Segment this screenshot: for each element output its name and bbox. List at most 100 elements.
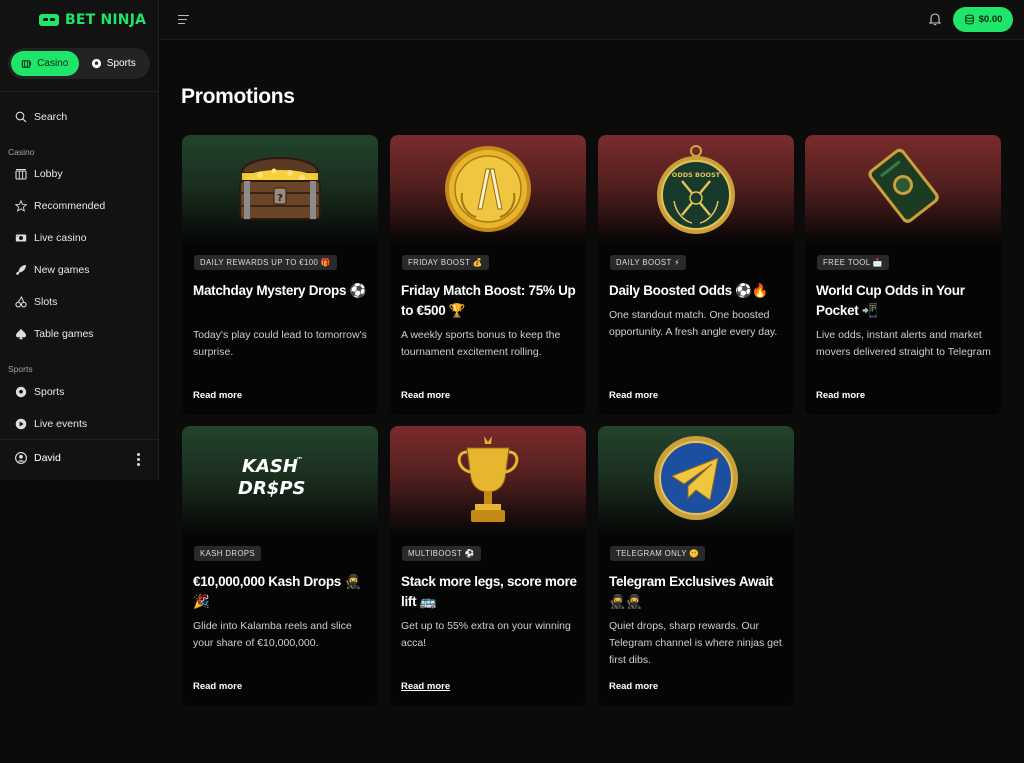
top-header: $0.00 [160, 0, 1024, 40]
promo-card-friday-match-boost[interactable]: FRIDAY BOOST 💰 Friday Match Boost: 75% U… [390, 135, 586, 415]
sidebar-divider [0, 91, 159, 92]
sidebar-item-recommended[interactable]: Recommended [15, 198, 105, 214]
promo-description: Today's play could lead to tomorrow's su… [193, 329, 367, 358]
promo-card-kash-drops[interactable]: KASH ™ DR$PS KASH DROPS €10,000,000 Kash… [182, 426, 378, 706]
slot-machine-icon [21, 60, 32, 68]
read-more-link[interactable]: Read more [193, 390, 242, 401]
sidebar-item-label: Live events [34, 418, 88, 430]
user-profile[interactable]: David [15, 452, 61, 464]
sidebar-item-label: Table games [34, 328, 94, 340]
search-icon [15, 111, 27, 123]
promo-title: Friday Match Boost: 75% Up to €500 🏆 [401, 283, 576, 318]
sidebar-item-label: Sports [34, 386, 65, 398]
kash-drops-logo: KASH ™ DR$PS [238, 456, 305, 499]
medal-text: ODDS BOOST [672, 171, 721, 179]
user-avatar-icon [15, 452, 27, 464]
promo-title: €10,000,000 Kash Drops 🥷🎉 [193, 574, 361, 609]
casino-toggle-label: Casino [37, 58, 69, 69]
phone-image [868, 148, 939, 223]
promo-description: Quiet drops, sharp rewards. Our Telegram… [609, 620, 782, 666]
treasure-chest-image: ? [239, 157, 321, 220]
kash-logo-tm: ™ [296, 456, 303, 464]
promo-hero [598, 426, 794, 536]
promo-card-multiboost[interactable]: MULTIBOOST ⚽ Stack more legs, score more… [390, 426, 586, 706]
sidebar-item-live-casino[interactable]: Live casino [15, 230, 87, 246]
promo-title: Stack more legs, score more lift 🚌 [401, 574, 577, 609]
promo-card-daily-boosted-odds[interactable]: ODDS BOOST DAILY BOOST ⚡ Daily Boosted O… [598, 135, 794, 415]
page-title: Promotions [181, 85, 295, 108]
sidebar-item-new-games[interactable]: New games [15, 262, 89, 278]
lobby-icon [15, 169, 27, 180]
promo-title: Telegram Exclusives Await 🥷🥷 [609, 574, 774, 609]
promo-tag: MULTIBOOST ⚽ [402, 546, 481, 561]
kash-logo-line1: KASH [242, 456, 298, 477]
promo-description: A weekly sports bonus to keep the tourna… [401, 329, 561, 358]
read-more-link[interactable]: Read more [401, 681, 450, 692]
casino-toggle-button[interactable]: Casino [11, 51, 79, 76]
ninja-mask-icon [39, 14, 59, 26]
telegram-coin-image [654, 436, 738, 520]
promo-title: Daily Boosted Odds ⚽🔥 [609, 283, 769, 298]
sports-toggle-label: Sports [106, 58, 136, 69]
read-more-link[interactable]: Read more [401, 390, 450, 401]
trophy-image [457, 436, 519, 522]
promo-card-world-cup-odds[interactable]: FREE TOOL 📩 World Cup Odds in Your Pocke… [805, 135, 1001, 415]
promo-hero [805, 135, 1001, 245]
promo-description: Glide into Kalamba reels and slice your … [193, 620, 352, 649]
sports-toggle-button[interactable]: Sports [79, 51, 149, 76]
brand-logo[interactable]: BET NINJA [39, 12, 146, 28]
promo-hero: KASH ™ DR$PS [182, 426, 378, 536]
gold-coin-image [445, 146, 531, 232]
brand-name: BET NINJA [65, 12, 147, 28]
balance-amount: $0.00 [978, 14, 1003, 25]
live-casino-icon [15, 234, 27, 242]
promo-hero [390, 426, 586, 536]
promo-description: One standout match. One boosted opportun… [609, 309, 778, 338]
sidebar-divider [0, 439, 159, 440]
svg-text:?: ? [277, 193, 283, 204]
promo-hero [390, 135, 586, 245]
odds-boost-medal-image: ODDS BOOST [657, 145, 735, 234]
sidebar: BET NINJA Casino Sports Search Casino Lo… [0, 0, 159, 480]
sidebar-item-label: New games [34, 264, 90, 276]
coins-icon [964, 14, 974, 25]
sidebar-item-label: Lobby [34, 168, 63, 180]
menu-toggle-icon[interactable] [178, 15, 189, 24]
sidebar-item-label: Slots [34, 296, 58, 308]
sidebar-item-lobby[interactable]: Lobby [15, 166, 63, 182]
promo-card-telegram-exclusives[interactable]: TELEGRAM ONLY 🤫 Telegram Exclusives Awai… [598, 426, 794, 706]
bell-icon[interactable] [928, 12, 942, 26]
soccer-ball-icon [91, 58, 101, 69]
promo-card-matchday-mystery-drops[interactable]: ? DAILY REWARDS UP TO €100 🎁 Matchday My… [182, 135, 378, 415]
promo-tag: TELEGRAM ONLY 🤫 [610, 546, 706, 561]
promo-hero: ODDS BOOST [598, 135, 794, 245]
soccer-ball-icon [15, 386, 27, 398]
kash-logo-line2: DR$PS [238, 478, 305, 499]
promo-tag: DAILY REWARDS UP TO €100 🎁 [194, 255, 337, 270]
sidebar-item-table-games[interactable]: Table games [15, 326, 94, 342]
read-more-link[interactable]: Read more [609, 390, 658, 401]
read-more-link[interactable]: Read more [609, 681, 658, 692]
promo-title: Matchday Mystery Drops ⚽ [193, 283, 367, 298]
promo-tag: DAILY BOOST ⚡ [610, 255, 686, 270]
sidebar-item-sports[interactable]: Sports [15, 384, 64, 400]
promo-hero: ? [182, 135, 378, 245]
promo-title: World Cup Odds in Your Pocket 📲 [816, 283, 965, 318]
sidebar-item-label: Recommended [34, 200, 106, 212]
sidebar-item-live-events[interactable]: Live events [15, 416, 87, 432]
user-name: David [34, 452, 61, 464]
sidebar-item-label: Live casino [34, 232, 87, 244]
sidebar-item-slots[interactable]: Slots [15, 294, 57, 310]
casino-sports-switch: Casino Sports [8, 48, 150, 79]
rocket-icon [16, 265, 26, 275]
sidebar-item-search[interactable]: Search [15, 109, 67, 125]
wallet-balance-button[interactable]: $0.00 [953, 7, 1013, 32]
cherries-icon [15, 296, 27, 308]
promo-tag: KASH DROPS [194, 546, 262, 561]
read-more-link[interactable]: Read more [816, 390, 865, 401]
user-menu-kebab-icon[interactable] [135, 453, 141, 467]
promo-tag: FRIDAY BOOST 💰 [402, 255, 489, 270]
spade-icon [16, 328, 26, 340]
promo-description: Get up to 55% extra on your winning acca… [401, 620, 571, 649]
read-more-link[interactable]: Read more [193, 681, 242, 692]
